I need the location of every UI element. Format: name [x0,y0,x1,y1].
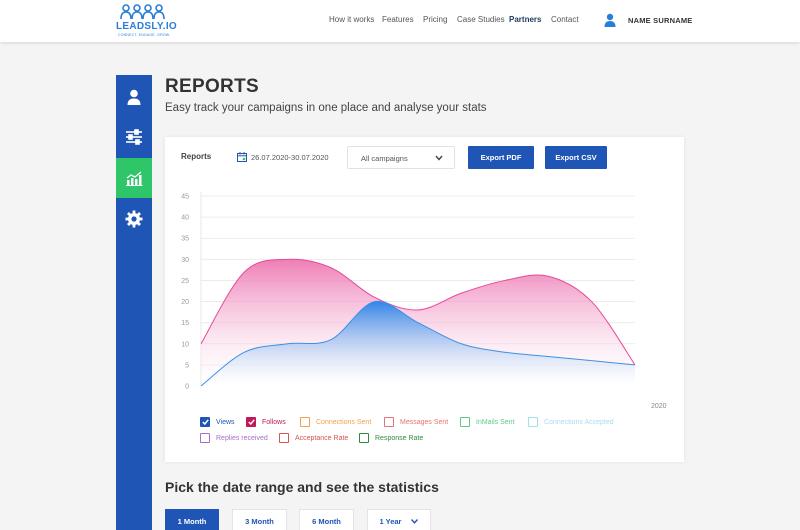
messages-sent-checkbox[interactable] [384,417,394,427]
range-1-month-button[interactable]: 1 Month [165,509,219,530]
user-avatar-icon[interactable] [604,13,616,27]
sidebar-item-settings[interactable] [116,117,152,157]
campaign-select[interactable]: All campaigns [347,146,455,169]
legend-inmails-sent-label: InMails Sent [476,418,515,426]
chevron-down-icon [435,155,443,161]
date-range-text: 26.07.2020-30.07.2020 [251,152,329,162]
y-tick-label: 30 [181,257,189,264]
logo-people-icon [120,4,165,20]
legend-replies-received-label: Replies received [216,434,268,442]
inmails-sent-checkbox[interactable] [460,417,470,427]
gear-icon [125,210,143,228]
legend-connections-accepted[interactable]: Connections Accepted [528,417,614,427]
y-tick-label: 10 [181,341,189,348]
date-range-picker[interactable]: 26.07.2020-30.07.2020 [237,151,329,163]
range-6-month-button[interactable]: 6 Month [299,509,354,530]
reports-card: 0 5 10 15 20 25 30 35 40 45 2020 Reports 26.07.20… [165,137,684,462]
export-pdf-button[interactable]: Export PDF [468,146,534,169]
legend-connections-accepted-label: Connections Accepted [544,418,614,426]
page-subtitle: Easy track your campaigns in one place a… [165,102,487,114]
top-navbar: LEADSLY.IO CONNECT. ENGAGE. GROW. How it… [0,0,800,42]
response-rate-checkbox[interactable] [359,433,369,443]
legend-views[interactable]: Views [200,417,235,427]
legend-follows[interactable]: Follows [246,417,286,427]
y-tick-label: 40 [181,215,189,222]
y-tick-label: 0 [185,384,189,391]
nav-contact[interactable]: Contact [551,15,579,24]
legend-views-label: Views [216,418,235,426]
range-year-select[interactable]: 1 Year [367,509,431,530]
y-tick-label: 20 [181,299,189,306]
legend-replies-received[interactable]: Replies received [200,433,268,443]
reports-label: Reports [181,152,212,161]
y-tick-label: 25 [181,278,189,285]
logo-text: LEADSLY.IO [116,21,177,32]
legend-acceptance-rate-label: Acceptance Rate [295,434,349,442]
connections-sent-checkbox[interactable] [300,417,310,427]
user-icon [127,89,141,105]
y-tick-label: 15 [181,320,189,327]
legend-follows-label: Follows [262,418,286,426]
range-3-month-button[interactable]: 3 Month [232,509,287,530]
sidebar-item-reports[interactable] [116,158,152,198]
legend-messages-sent-label: Messages Sent [400,418,449,426]
legend-messages-sent[interactable]: Messages Sent [384,417,448,427]
nav-partners[interactable]: Partners [509,15,541,24]
area-chart: 0 5 10 15 20 25 30 35 40 45 2020 [181,192,667,410]
campaign-select-value: All campaigns [361,154,408,163]
y-tick-label: 45 [181,194,189,201]
legend-connections-sent-label: Connections Sent [316,418,372,426]
nav-features[interactable]: Features [382,15,414,24]
legend-inmails-sent[interactable]: InMails Sent [460,417,515,427]
replies-received-checkbox[interactable] [200,433,210,443]
chart-series [200,258,636,387]
user-name[interactable]: NAME SURNAME [628,16,692,25]
sidebar-item-preferences[interactable] [116,199,152,239]
logo-tagline: CONNECT. ENGAGE. GROW. [118,33,171,37]
follows-checkbox[interactable] [246,417,256,427]
chevron-down-icon [411,518,419,524]
x-axis-label: 2020 [651,403,667,410]
nav-pricing[interactable]: Pricing [423,15,447,24]
nav-how-it-works[interactable]: How it works [329,15,374,24]
page-title: REPORTS [165,76,259,97]
y-axis-ticks: 0 5 10 15 20 25 30 35 40 45 [181,194,189,391]
legend-connections-sent[interactable]: Connections Sent [300,417,371,427]
range-year-select-value: 1 Year [379,516,402,526]
date-range-title: Pick the date range and see the statisti… [165,479,439,495]
sidebar-item-profile[interactable] [116,77,152,117]
checkmark-icon [201,419,209,425]
y-tick-label: 35 [181,236,189,243]
y-tick-label: 5 [185,362,189,369]
connections-accepted-checkbox[interactable] [528,417,538,427]
sidebar [116,75,152,530]
checkmark-icon [247,419,255,425]
calendar-icon [237,152,247,162]
leadsly-logo[interactable]: LEADSLY.IO CONNECT. ENGAGE. GROW. [114,3,177,39]
legend-response-rate-label: Response Rate [375,434,424,442]
views-checkbox[interactable] [200,417,210,427]
acceptance-rate-checkbox[interactable] [279,433,289,443]
sliders-icon [126,129,142,145]
legend-response-rate[interactable]: Response Rate [359,433,423,443]
export-csv-button[interactable]: Export CSV [545,146,607,169]
nav-case-studies[interactable]: Case Studies [457,15,505,24]
legend-acceptance-rate[interactable]: Acceptance Rate [279,433,348,443]
chart-icon [126,171,143,186]
